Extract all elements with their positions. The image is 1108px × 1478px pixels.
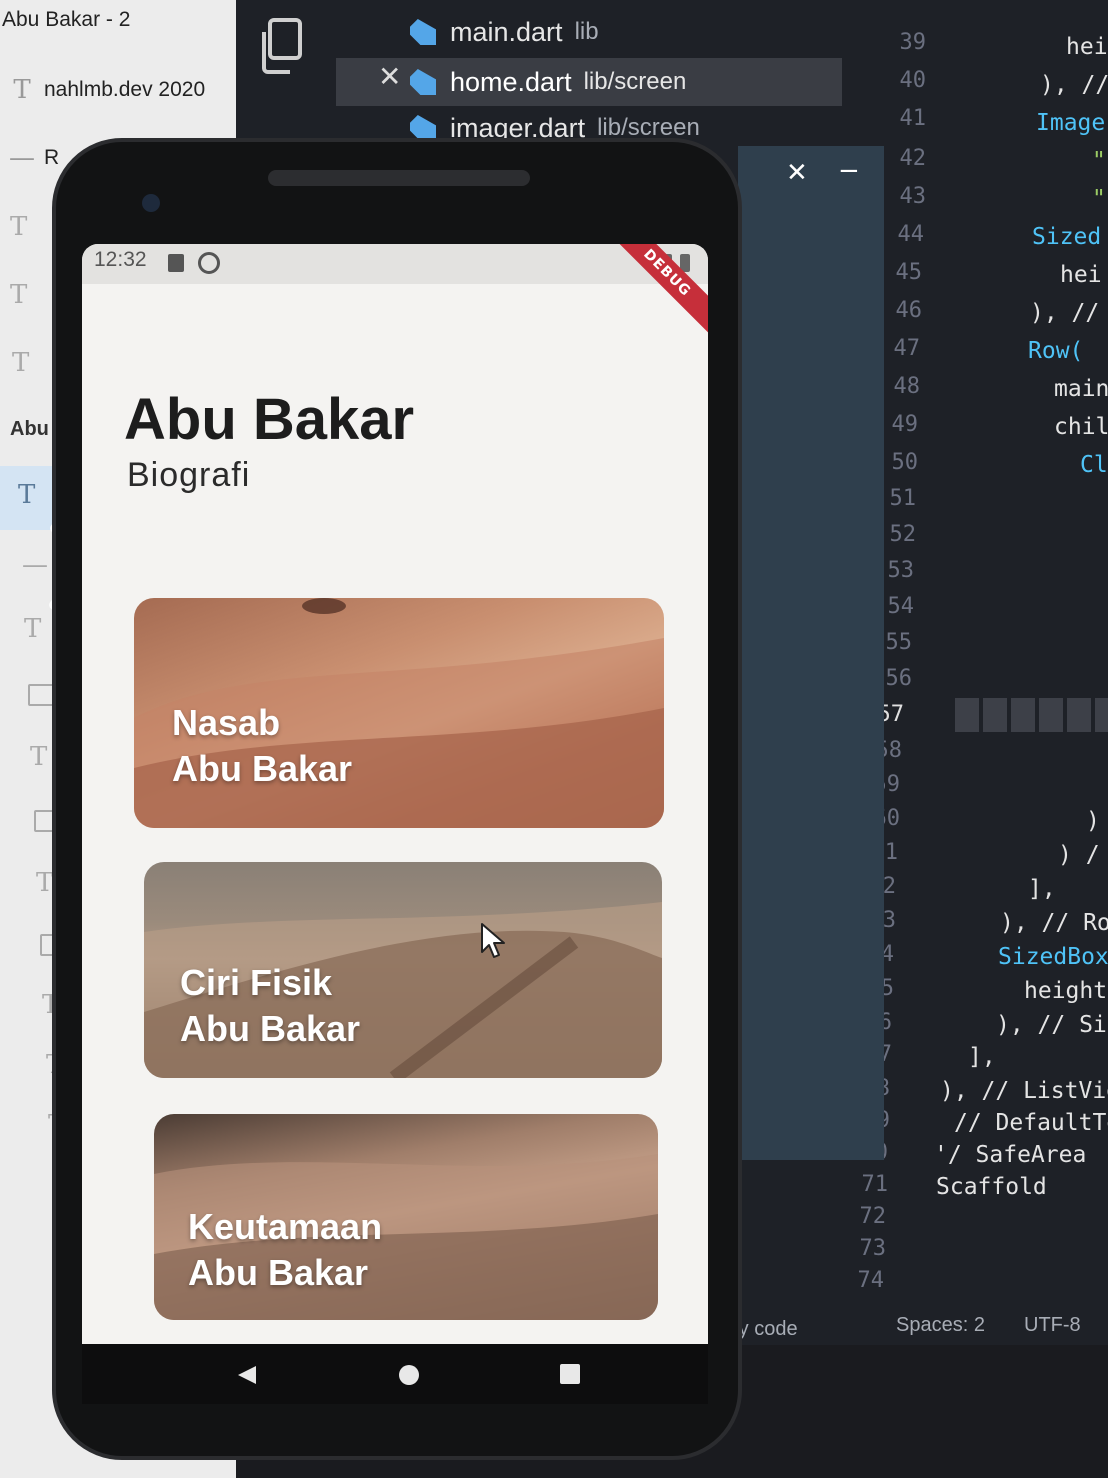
text-layer-icon: T (13, 75, 31, 105)
code-line[interactable]: ) (1086, 808, 1100, 834)
emulator-close-icon[interactable]: ✕ (786, 158, 808, 188)
line-number: 71 (861, 1172, 889, 1197)
code-line[interactable]: ), // (1040, 72, 1108, 98)
mouse-cursor-icon (481, 923, 505, 958)
card-title: Nasab Abu Bakar (172, 700, 352, 792)
code-line[interactable]: Cl (1080, 452, 1108, 478)
line-number: 42 (899, 146, 927, 171)
line-number: 47 (893, 336, 921, 361)
dart-file-icon (410, 19, 436, 45)
code-line[interactable]: Row( (1028, 338, 1083, 364)
card-nasab[interactable]: Nasab Abu Bakar (134, 598, 664, 828)
dart-file-icon (410, 69, 436, 95)
data-saver-icon (198, 252, 220, 274)
code-line[interactable]: ], (1028, 876, 1056, 902)
card-title-line2: Abu Bakar (180, 1008, 361, 1049)
nav-back-icon[interactable] (236, 1364, 258, 1386)
code-line[interactable]: ) / (1058, 842, 1100, 868)
card-keutamaan[interactable]: Keutamaan Abu Bakar (154, 1114, 658, 1320)
code-line[interactable]: SizedBox (998, 944, 1108, 970)
code-line[interactable]: ), // Si (996, 1012, 1107, 1038)
line-number: 50 (891, 450, 919, 475)
tab-file-name: home.dart (450, 66, 572, 97)
line-number: 43 (899, 184, 927, 209)
code-line[interactable]: hei (1060, 262, 1102, 288)
card-title: Keutamaan Abu Bakar (188, 1204, 382, 1296)
phone-front-camera (142, 194, 160, 212)
line-number: 41 (899, 106, 927, 131)
card-title-line2: Abu Bakar (188, 1252, 369, 1293)
code-line[interactable]: // DefaultTe (954, 1110, 1108, 1136)
tab-file-path: lib/screen (583, 68, 687, 95)
code-line[interactable]: " (1092, 148, 1106, 174)
tab-main-dart[interactable]: main.dart lib (410, 10, 599, 54)
android-nav-bar (82, 1344, 708, 1404)
line-number: 39 (899, 30, 927, 55)
layer-label: nahlmb.dev 2020 (44, 78, 206, 101)
phone-speaker (268, 170, 530, 186)
selection-highlight (955, 698, 1108, 732)
line-number: 72 (859, 1204, 887, 1229)
code-line[interactable]: Scaffold (936, 1174, 1047, 1200)
page-title: Abu Bakar (124, 387, 415, 452)
line-number: 40 (899, 68, 927, 93)
nav-recents-icon[interactable] (560, 1364, 580, 1384)
code-line[interactable]: Sized (1032, 224, 1101, 250)
line-number: 48 (893, 374, 921, 399)
close-tab-icon[interactable]: ✕ (378, 60, 401, 93)
nav-home-icon[interactable] (398, 1364, 420, 1386)
line-number: 46 (895, 298, 923, 323)
code-line[interactable]: ), // Ro (1000, 910, 1108, 936)
card-title-line1: Ciri Fisik (180, 962, 333, 1003)
design-frame-title[interactable]: Abu Bakar - 2 (2, 8, 130, 32)
code-line[interactable]: Image (1036, 110, 1105, 136)
card-title-line2: Abu Bakar (172, 748, 353, 789)
emulator-minimize-icon[interactable]: − (838, 156, 860, 186)
code-line[interactable]: " (1092, 186, 1106, 212)
line-layer-icon: — (9, 143, 35, 173)
tab-file-name: main.dart (450, 16, 563, 47)
line-number: 73 (859, 1236, 887, 1261)
code-line[interactable]: height (1024, 978, 1107, 1004)
emulator-toolbar (738, 146, 884, 1160)
android-status-bar: 12:32 (82, 244, 708, 284)
code-line[interactable]: main (1054, 376, 1108, 402)
code-line[interactable]: '/ SafeArea (934, 1142, 1086, 1168)
card-title-line1: Keutamaan (188, 1206, 383, 1247)
status-time: 12:32 (94, 248, 147, 271)
card-title: Ciri Fisik Abu Bakar (180, 960, 360, 1052)
card-title-line1: Nasab (172, 702, 281, 743)
code-line[interactable]: ), // (1030, 300, 1099, 326)
explorer-copy-icon[interactable] (258, 18, 304, 74)
line-number: 74 (857, 1268, 885, 1293)
line-number: 49 (891, 412, 919, 437)
code-line[interactable]: chil (1054, 414, 1108, 440)
tab-home-dart[interactable]: home.dart lib/screen (410, 60, 686, 104)
code-line[interactable]: hei (1066, 34, 1108, 60)
tab-file-path: lib (574, 18, 599, 45)
code-line[interactable]: ), // ListVie (940, 1078, 1108, 1104)
page-subtitle: Biografi (127, 456, 251, 494)
status-indent[interactable]: Spaces: 2 (896, 1314, 985, 1337)
layer-item-text[interactable]: T nahlmb.dev 2020 (0, 62, 236, 118)
status-encoding[interactable]: UTF-8 (1024, 1314, 1081, 1337)
card-ciri-fisik[interactable]: Ciri Fisik Abu Bakar (144, 862, 662, 1078)
phone-screen: 12:32 DEBUG Abu Bakar Biografi Nasab Abu… (82, 244, 708, 1344)
code-line[interactable]: ], (968, 1044, 996, 1070)
sim-card-icon (168, 254, 184, 272)
line-number: 44 (897, 222, 925, 247)
line-number: 45 (895, 260, 923, 285)
layer-label: R (44, 146, 60, 169)
